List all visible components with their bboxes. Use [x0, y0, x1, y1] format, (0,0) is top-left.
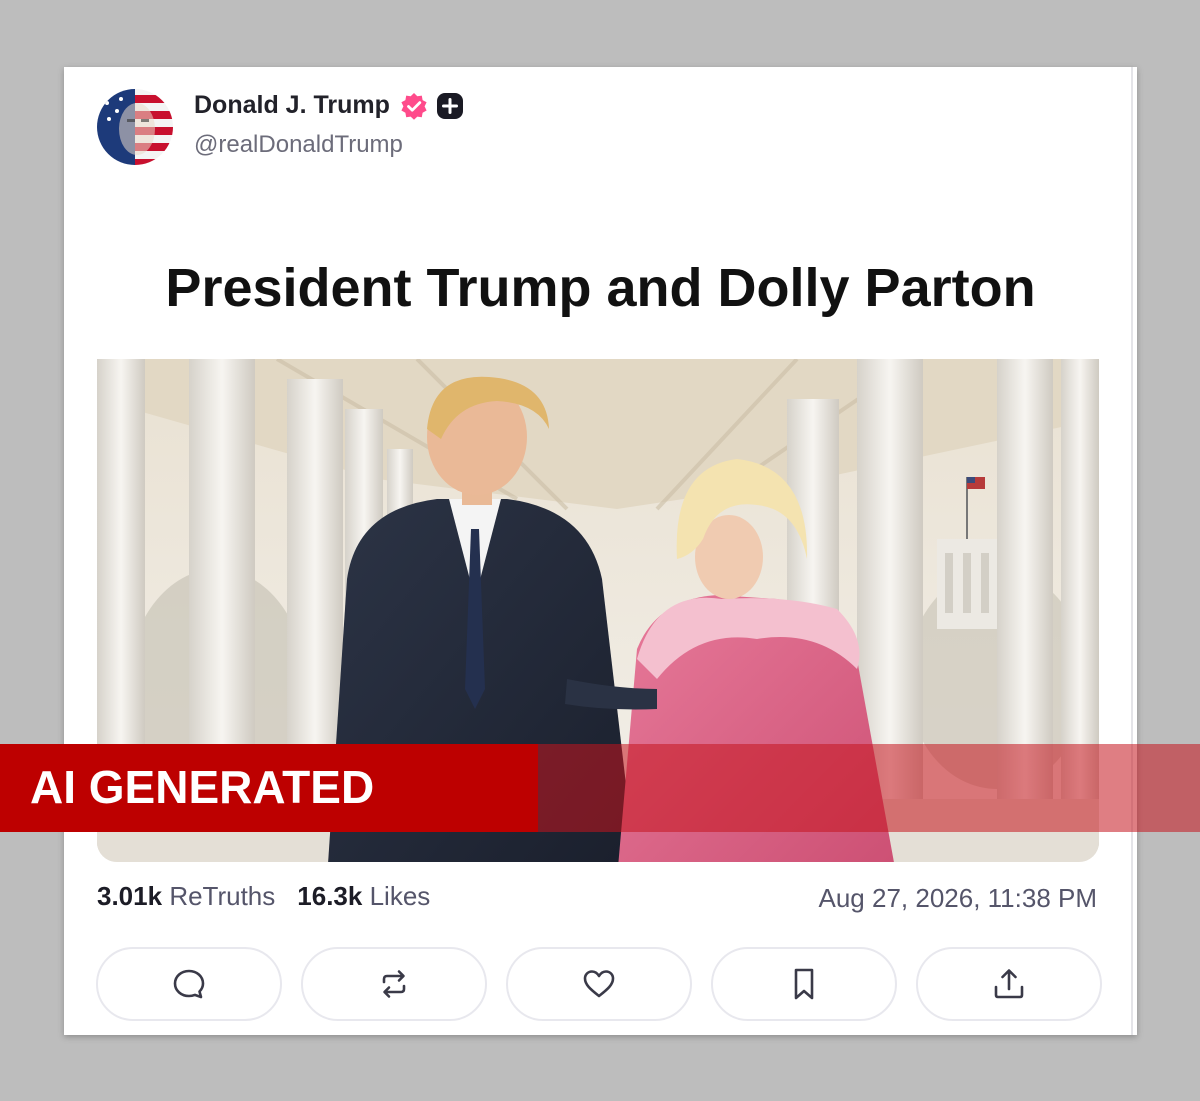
- likes-count: 16.3k: [297, 881, 363, 911]
- bookmark-button[interactable]: [711, 947, 897, 1021]
- author-handle[interactable]: @realDonaldTrump: [194, 131, 403, 159]
- ai-generated-label: AI GENERATED: [30, 761, 375, 813]
- verified-badge-icon: [400, 92, 428, 120]
- speech-bubble-icon: [173, 969, 205, 999]
- likes-label: Likes: [369, 881, 431, 911]
- retruths-label: ReTruths: [169, 881, 276, 911]
- post-stats: 3.01k ReTruths 16.3k Likes: [97, 881, 430, 912]
- avatar[interactable]: [97, 89, 173, 165]
- likes-stat[interactable]: 16.3k Likes: [297, 881, 430, 911]
- retruth-button[interactable]: [301, 947, 487, 1021]
- author-name[interactable]: Donald J. Trump: [194, 91, 390, 120]
- heart-icon: [583, 970, 615, 998]
- share-button[interactable]: [916, 947, 1102, 1021]
- author-name-row[interactable]: Donald J. Trump: [194, 91, 464, 120]
- share-upload-icon: [994, 969, 1024, 999]
- bookmark-icon: [794, 968, 814, 1000]
- reply-button[interactable]: [96, 947, 282, 1021]
- repost-icon: [382, 970, 406, 998]
- post-card: Donald J. Trump @realDonaldTrump Preside…: [64, 67, 1137, 1035]
- action-bar: [96, 947, 1102, 1023]
- post-title: President Trump and Dolly Parton: [165, 258, 1036, 318]
- banner-translucent-strip: [538, 744, 1200, 832]
- like-button[interactable]: [506, 947, 692, 1021]
- retruths-count: 3.01k: [97, 881, 163, 911]
- post-timestamp[interactable]: Aug 27, 2026, 11:38 PM: [819, 883, 1098, 914]
- avatar-flag-face-image: [97, 89, 173, 165]
- retruths-stat[interactable]: 3.01k ReTruths: [97, 881, 275, 911]
- ai-generated-banner: AI GENERATED: [0, 744, 1200, 832]
- plus-badge-icon: [436, 92, 464, 120]
